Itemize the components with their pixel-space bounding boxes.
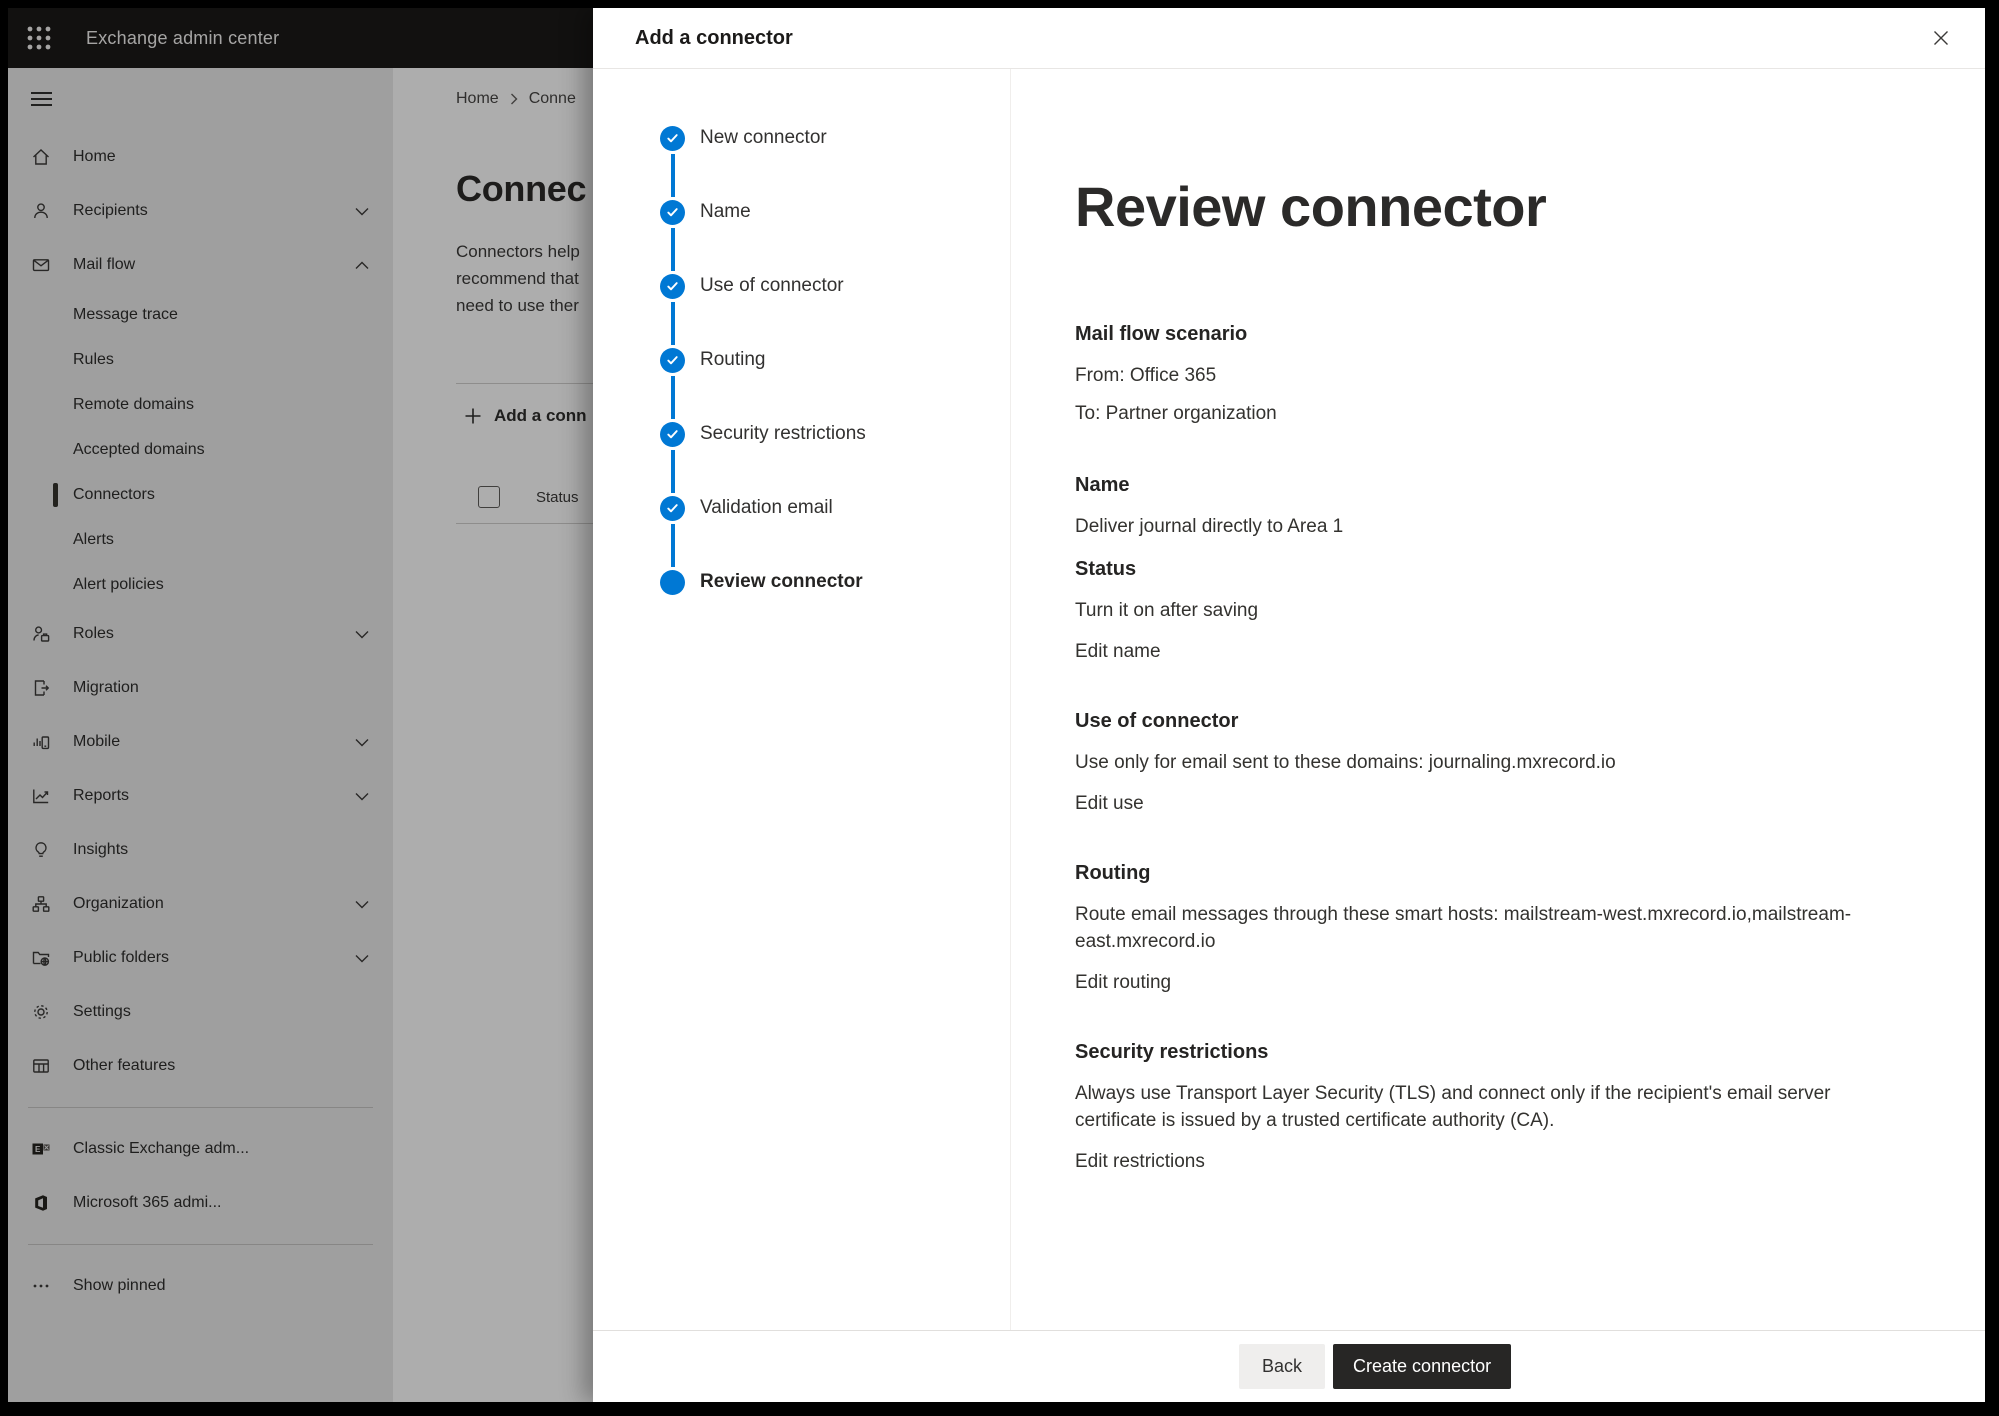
review-content: Review connector Mail flow scenario From… [1011, 69, 1985, 1330]
edit-restrictions-link[interactable]: Edit restrictions [1075, 1151, 1205, 1173]
status-value: Turn it on after saving [1075, 597, 1895, 624]
edit-routing-link[interactable]: Edit routing [1075, 972, 1171, 994]
security-value: Always use Transport Layer Security (TLS… [1075, 1080, 1895, 1134]
step-current-dot [660, 570, 685, 595]
screenshot-frame: Exchange admin center Home Recipients [0, 0, 1999, 1416]
add-connector-panel: Add a connector New connector Name [593, 8, 1985, 1402]
edit-use-link[interactable]: Edit use [1075, 793, 1144, 815]
step-security-restrictions[interactable]: Security restrictions [593, 397, 1010, 471]
section-use-of-connector: Use of connector Use only for email sent… [1075, 710, 1895, 815]
section-security-restrictions: Security restrictions Always use Transpo… [1075, 1041, 1895, 1173]
panel-title: Add a connector [635, 27, 793, 50]
review-heading: Review connector [1075, 174, 1925, 239]
use-value: Use only for email sent to these domains… [1075, 749, 1895, 776]
section-name: Name Deliver journal directly to Area 1 … [1075, 474, 1895, 663]
step-check-icon [660, 348, 685, 373]
edit-name-link[interactable]: Edit name [1075, 641, 1161, 663]
create-connector-button[interactable]: Create connector [1333, 1344, 1511, 1389]
section-routing: Routing Route email messages through the… [1075, 862, 1895, 994]
status-subheading: Status [1075, 558, 1895, 581]
step-validation-email[interactable]: Validation email [593, 471, 1010, 545]
panel-footer: Back Create connector [593, 1330, 1985, 1402]
step-routing[interactable]: Routing [593, 323, 1010, 397]
step-check-icon [660, 496, 685, 521]
scenario-from: From: Office 365 [1075, 362, 1895, 389]
step-review-connector[interactable]: Review connector [593, 545, 1010, 619]
step-name[interactable]: Name [593, 175, 1010, 249]
wizard-stepper: New connector Name Use of connector Rout… [593, 69, 1011, 1330]
panel-header: Add a connector [593, 8, 1985, 69]
step-check-icon [660, 422, 685, 447]
step-new-connector[interactable]: New connector [593, 101, 1010, 175]
step-check-icon [660, 126, 685, 151]
exchange-admin-center-app: Exchange admin center Home Recipients [8, 8, 1985, 1402]
section-mail-flow-scenario: Mail flow scenario From: Office 365 To: … [1075, 323, 1895, 427]
connector-name-value: Deliver journal directly to Area 1 [1075, 513, 1895, 540]
step-check-icon [660, 274, 685, 299]
step-use-of-connector[interactable]: Use of connector [593, 249, 1010, 323]
back-button[interactable]: Back [1239, 1344, 1325, 1389]
close-icon [1932, 29, 1950, 47]
step-check-icon [660, 200, 685, 225]
scenario-to: To: Partner organization [1075, 400, 1895, 427]
routing-value: Route email messages through these smart… [1075, 901, 1895, 955]
close-button[interactable] [1921, 18, 1961, 58]
